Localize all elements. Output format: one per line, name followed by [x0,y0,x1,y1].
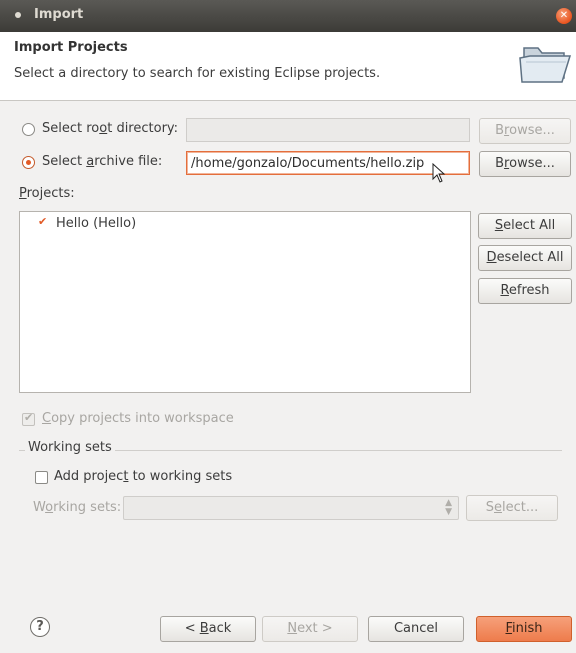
deselect-all-button[interactable]: Deselect All [478,245,572,271]
archive-file-field[interactable] [186,151,470,175]
project-checkbox[interactable] [37,215,50,231]
working-sets-label: Working sets: [33,500,122,515]
root-directory-radio[interactable] [22,123,35,136]
root-directory-field[interactable] [186,118,470,142]
archive-browse-button[interactable]: Browse... [479,151,571,177]
next-button[interactable]: Next > [262,616,358,642]
page-description: Select a directory to search for existin… [14,66,381,81]
finish-button[interactable]: Finish [476,616,572,642]
cancel-button[interactable]: Cancel [368,616,464,642]
combo-updown-icon: ▲ ▼ [445,498,452,517]
list-item[interactable]: Hello (Hello) [20,212,470,234]
add-to-working-sets-checkbox[interactable] [35,471,48,484]
help-icon[interactable]: ? [30,617,50,637]
copy-projects-label: Copy projects into workspace [42,411,234,426]
root-directory-label[interactable]: Select root directory: [42,121,178,136]
archive-file-radio[interactable] [22,156,35,169]
copy-projects-checkbox[interactable] [22,411,35,426]
window-menu-icon[interactable] [12,9,24,21]
page-title: Import Projects [14,40,128,55]
close-icon[interactable]: ✕ [556,8,572,24]
folder-icon [519,47,572,83]
window-title: Import [34,7,84,22]
archive-file-label[interactable]: Select archive file: [42,154,162,169]
select-all-button[interactable]: Select All [478,213,572,239]
root-browse-button[interactable]: Browse... [479,118,571,144]
back-button[interactable]: < Back [160,616,256,642]
import-dialog: Import ✕ Import Projects Select a direct… [0,0,576,653]
mouse-cursor-icon [432,163,446,183]
working-sets-select-button[interactable]: Select... [466,495,558,521]
title-bar: Import ✕ [0,0,576,32]
dialog-header: Import Projects Select a directory to se… [0,32,576,101]
refresh-button[interactable]: Refresh [478,278,572,304]
projects-label: Projects: [19,186,75,201]
working-sets-legend: Working sets [25,440,115,455]
projects-list[interactable]: Hello (Hello) [19,211,471,393]
project-label: Hello (Hello) [56,216,137,231]
working-sets-combo[interactable]: ▲ ▼ [123,496,459,520]
add-to-working-sets-label[interactable]: Add project to working sets [54,469,232,484]
